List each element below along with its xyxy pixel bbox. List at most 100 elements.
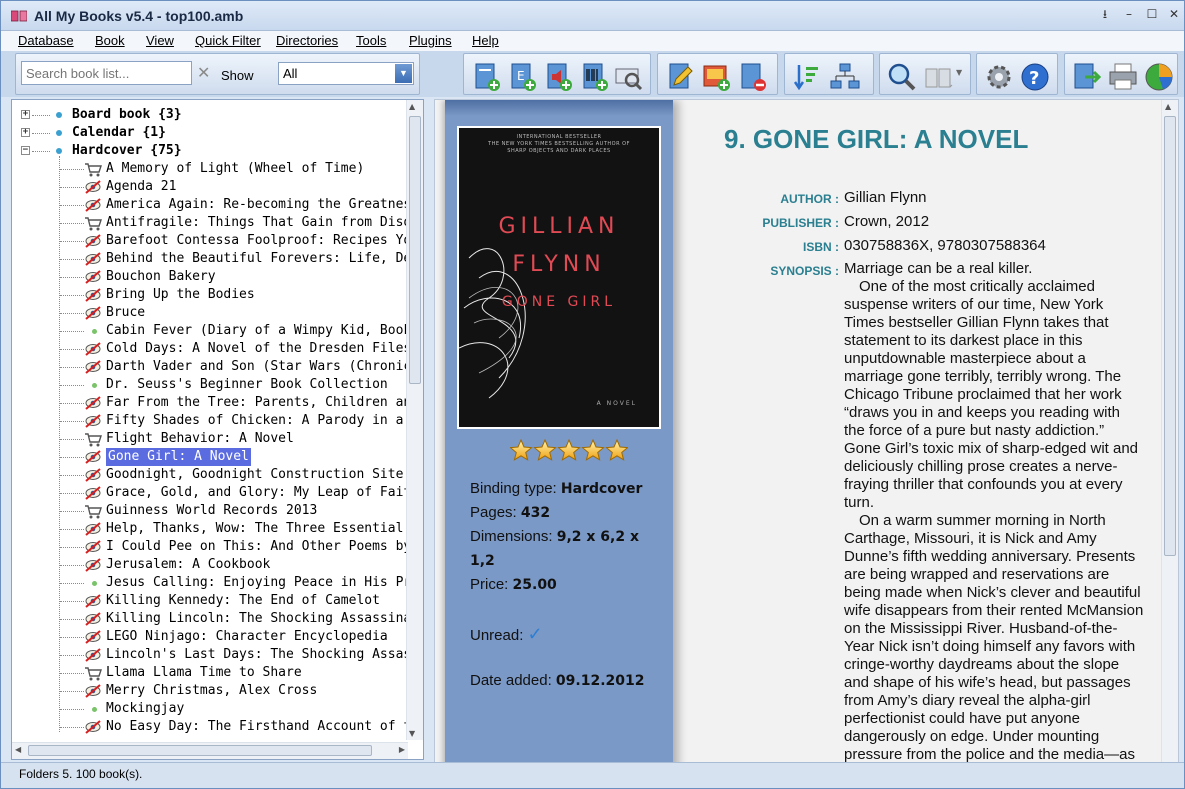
synopsis-paragraph: One of the most critically acclaimed sus… — [844, 278, 1139, 511]
tree-folder-label: Board book {3} — [72, 107, 182, 122]
help-pin-button[interactable]: ⭳ — [1094, 5, 1116, 23]
find-icon[interactable] — [886, 61, 918, 93]
expand-icon[interactable]: + — [21, 110, 30, 119]
binding-type-label: Binding type: — [470, 480, 557, 497]
svg-text:?: ? — [1029, 68, 1039, 89]
tree-hscroll-thumb[interactable] — [28, 745, 372, 756]
menu-plugins-label: Plugins — [409, 33, 452, 48]
author-value[interactable]: Gillian Flynn — [844, 189, 927, 206]
delete-book-icon[interactable] — [736, 61, 768, 93]
menu-book[interactable]: Book — [95, 33, 125, 48]
unread-check-icon: ✓ — [527, 624, 543, 644]
date-added-label: Date added: — [470, 672, 552, 689]
menu-database-label: Database — [18, 33, 74, 48]
detail-scroll-up-icon[interactable]: ▲ — [1165, 102, 1171, 111]
maximize-button[interactable]: ☐ — [1141, 5, 1163, 23]
scroll-right-icon[interactable]: ▶ — [399, 745, 405, 754]
internet-search-icon[interactable] — [612, 61, 644, 93]
menu-help[interactable]: Help — [472, 33, 499, 48]
title-bar[interactable]: All My Books v5.4 - top100.amb ⭳ – ☐ ✕ — [1, 1, 1184, 31]
tree-connector — [60, 349, 84, 350]
tree-connector — [60, 241, 84, 242]
minimize-button[interactable]: – — [1118, 5, 1140, 23]
book-view-dropdown-arrow-icon[interactable]: ▼ — [956, 68, 962, 77]
unread-icon — [85, 522, 101, 536]
rating-stars[interactable] — [510, 438, 628, 466]
pages-value: 432 — [520, 505, 551, 521]
unread-icon — [85, 396, 101, 410]
detail-scroll-thumb[interactable] — [1164, 116, 1176, 556]
menu-quick-filter[interactable]: Quick Filter — [195, 33, 261, 48]
settings-gear-icon[interactable] — [983, 61, 1015, 93]
statistics-chart-icon[interactable] — [1143, 61, 1175, 93]
help-icon[interactable]: ? — [1019, 61, 1051, 93]
sort-icon[interactable] — [791, 61, 823, 93]
tree-horizontal-scrollbar[interactable]: ◀ ▶ — [12, 742, 408, 759]
date-added-value: 09.12.2012 — [555, 673, 645, 689]
tree-connector — [32, 115, 50, 116]
tree-book-label: No Easy Day: The Firsthand Account of th… — [106, 719, 424, 734]
tree-connector — [60, 259, 84, 260]
close-button[interactable]: ✕ — [1163, 5, 1185, 23]
view-toolbar-group: ▼ — [879, 53, 971, 95]
scroll-up-icon[interactable]: ▲ — [409, 102, 415, 111]
tree-connector — [60, 475, 84, 476]
menu-database[interactable]: Database — [18, 33, 74, 48]
isbn-value: 030758836X, 9780307588364 — [844, 237, 1046, 254]
menu-view[interactable]: View — [146, 33, 174, 48]
menu-plugins[interactable]: Plugins — [409, 33, 452, 48]
tree-scroll-thumb[interactable] — [409, 116, 421, 384]
folder-bullet-icon — [56, 112, 62, 118]
unread-icon — [85, 234, 101, 248]
add-ebook-icon[interactable]: E — [506, 61, 538, 93]
scroll-left-icon[interactable]: ◀ — [15, 745, 21, 754]
app-window: All My Books v5.4 - top100.amb ⭳ – ☐ ✕ D… — [0, 0, 1185, 789]
unread-label: Unread: — [470, 627, 524, 644]
menu-tools[interactable]: Tools — [356, 33, 386, 48]
cover-sub-line: THE NEW YORK TIMES BESTSELLING AUTHOR OF — [488, 141, 630, 147]
print-icon[interactable] — [1107, 61, 1139, 93]
add-book-icon[interactable] — [470, 61, 502, 93]
tree-connector — [60, 367, 84, 368]
unread-icon — [85, 468, 101, 482]
cover-scribble-art — [459, 248, 526, 399]
tree-vertical-connector — [59, 156, 60, 732]
collapse-icon[interactable]: − — [21, 146, 30, 155]
chevron-down-icon[interactable]: ▼ — [395, 64, 412, 83]
tree-vertical-scrollbar[interactable]: ▲ ▼ — [406, 100, 423, 740]
tree-folder-label: Calendar {1} — [72, 125, 166, 140]
show-filter-select[interactable]: All ▼ — [278, 62, 414, 85]
menu-directories[interactable]: Directories — [276, 33, 338, 48]
tree-book-label: Jesus Calling: Enjoying Peace in His Pre… — [106, 575, 424, 590]
book-heading: 9. GONE GIRL: A NOVEL — [724, 124, 1029, 154]
settings-toolbar-group: ? — [976, 53, 1058, 95]
status-bar: Folders 5. 100 book(s). — [1, 762, 1184, 788]
tree-book-label: Llama Llama Time to Share — [106, 665, 302, 680]
book-view-icon[interactable] — [922, 61, 954, 93]
pages-line: Pages: 432 — [470, 504, 550, 521]
binding-type-value: Hardcover — [560, 481, 643, 497]
scroll-down-icon[interactable]: ▼ — [409, 729, 415, 738]
tree-book-label: Bruce — [106, 305, 146, 320]
export-icon[interactable] — [1071, 61, 1103, 93]
add-by-barcode-icon[interactable] — [578, 61, 610, 93]
add-audiobook-icon[interactable] — [542, 61, 574, 93]
book-tree[interactable]: + Board book {3} + Calendar {1} − Hardcover {… — [11, 99, 424, 760]
add-picture-icon[interactable] — [700, 61, 732, 93]
detail-vertical-scrollbar[interactable]: ▲ ▼ — [1161, 100, 1178, 784]
tree-connector — [32, 151, 50, 152]
unread-icon — [85, 270, 101, 284]
clear-search-icon[interactable]: ✕ — [197, 63, 210, 82]
edit-book-icon[interactable] — [664, 61, 696, 93]
expand-icon[interactable]: + — [21, 128, 30, 137]
unread-icon — [85, 360, 101, 374]
tree-book-label: Help, Thanks, Wow: The Three Essential P… — [106, 521, 424, 536]
unread-icon — [85, 252, 101, 266]
menu-view-label: View — [146, 33, 174, 48]
status-text: Folders 5. 100 book(s). — [19, 767, 143, 781]
unread-line: Unread: ✓ — [470, 624, 543, 645]
unread-icon — [85, 306, 101, 320]
group-tree-icon[interactable] — [829, 61, 861, 93]
tree-book-label: Antifragile: Things That Gain from Disor… — [106, 215, 424, 230]
search-input[interactable] — [21, 61, 192, 85]
